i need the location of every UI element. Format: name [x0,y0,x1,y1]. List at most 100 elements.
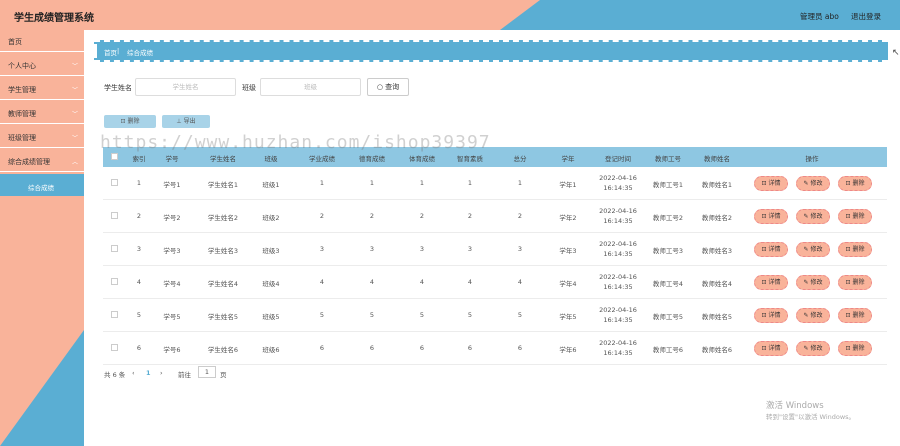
cell-reg-time: 2022-04-16 16:14:35 [599,239,637,259]
edit-label: 修改 [810,345,823,352]
edit-button[interactable]: ✎ 修改 [796,242,830,257]
cell-moral: 5 [369,311,375,319]
logout-link[interactable]: 退出登录 [851,11,881,22]
delete-label: 删除 [852,213,865,220]
edit-button[interactable]: ✎ 修改 [796,308,830,323]
cell-total: 3 [517,245,523,253]
delete-button[interactable]: ⊡ 删除 [838,209,872,224]
cell-sports: 6 [419,344,425,352]
cell-index: 1 [136,179,142,187]
sidebar-item-label: 综合成绩管理 [8,158,50,166]
pager-unit: 页 [220,371,227,379]
cell-student-name: 学生姓名4 [207,280,239,288]
mouse-cursor-icon: ↖ [892,48,900,58]
row-checkbox[interactable] [111,311,118,318]
cell-class: 班级3 [262,247,280,255]
delete-button[interactable]: ⊡ 删除 [838,341,872,356]
delete-button[interactable]: ⊡ 删除 [838,308,872,323]
col-total: 总分 [513,155,527,163]
delete-button[interactable]: ⊡ 删除 [838,275,872,290]
cell-student-name: 学生姓名5 [207,313,239,321]
windows-activation-title: 激活 Windows [766,401,824,411]
breadcrumb-current: 综合成绩 [127,49,153,57]
row-checkbox[interactable] [111,212,118,219]
table-row: 4 学号4 学生姓名4 班级4 4 4 4 4 4 学年4 2022-04-16 16:14:35 教师… [103,266,887,299]
edit-button[interactable]: ✎ 修改 [796,275,830,290]
search-button-label: 查询 [385,83,400,91]
row-checkbox[interactable] [111,344,118,351]
edit-label: 修改 [810,279,823,286]
pager-goto-input[interactable]: 1 [198,366,216,378]
cell-academic: 5 [319,311,325,319]
cell-year: 学年3 [559,247,577,255]
col-sports: 体育成绩 [409,155,435,163]
delete-button[interactable]: ⊡ 删除 [838,176,872,191]
cell-total: 1 [517,179,523,187]
student-name-input[interactable] [135,78,236,96]
search-button[interactable]: ○ 查询 [367,78,409,96]
edit-label: 修改 [810,213,823,220]
delete-label: 删除 [852,312,865,319]
cell-class: 班级6 [262,346,280,354]
class-label: 班级 [242,84,256,92]
detail-button[interactable]: ⊡ 详情 [754,275,788,290]
cell-student-name: 学生姓名1 [207,181,239,189]
detail-button[interactable]: ⊡ 详情 [754,308,788,323]
select-all-checkbox[interactable] [111,153,118,160]
app-header: 学生成绩管理系统 管理员 abo 退出登录 [0,0,900,30]
cell-reg-date: 2022-04-16 [599,207,637,215]
cell-academic: 2 [319,212,325,220]
pager-prev-icon[interactable]: ‹ [132,369,135,377]
cell-student-name: 学生姓名3 [207,247,239,255]
pager-goto-label: 前往 [178,371,191,379]
sidebar-item-teachers[interactable]: 教师管理 ﹀ [0,102,84,124]
pager-next-icon[interactable]: › [160,369,163,377]
header-blue-band [500,0,900,30]
edit-button[interactable]: ✎ 修改 [796,341,830,356]
cell-sports: 5 [419,311,425,319]
cell-reg-date: 2022-04-16 [599,174,637,182]
row-checkbox[interactable] [111,278,118,285]
delete-button[interactable]: ⊡ 删除 [838,242,872,257]
pager-page-1[interactable]: 1 [146,369,151,377]
class-input[interactable] [260,78,361,96]
row-checkbox[interactable] [111,179,118,186]
sidebar-item-profile[interactable]: 个人中心 ﹀ [0,54,84,76]
cell-class: 班级1 [262,181,280,189]
table-row: 3 学号3 学生姓名3 班级3 3 3 3 3 3 学年3 2022-04-16 16:14:35 教师… [103,233,887,266]
current-user: 管理员 abo [800,12,839,21]
cell-teacher-no: 教师工号6 [652,346,684,354]
cell-teacher-no: 教师工号5 [652,313,684,321]
breadcrumb-home[interactable]: 首页 [104,47,117,57]
delete-label: 删除 [852,180,865,187]
cell-teacher-no: 教师工号4 [652,280,684,288]
col-actions: 操作 [805,155,819,163]
trash-icon: ⊡ [845,213,851,220]
sidebar-item-students[interactable]: 学生管理 ﹀ [0,78,84,100]
cell-reg-clock: 16:14:35 [603,349,633,357]
detail-button[interactable]: ⊡ 详情 [754,176,788,191]
edit-button[interactable]: ✎ 修改 [796,209,830,224]
cell-index: 2 [136,212,142,220]
edit-icon: ✎ [803,345,809,352]
row-checkbox[interactable] [111,245,118,252]
detail-button[interactable]: ⊡ 详情 [754,341,788,356]
cell-teacher-name: 教师姓名4 [701,280,733,288]
col-teacher-no: 教师工号 [655,155,681,163]
sidebar-item-grades[interactable]: 综合成绩管理 ︿ [0,150,84,172]
batch-delete-button[interactable]: ⊡ 删除 [104,115,156,128]
sidebar-item-classes[interactable]: 班级管理 ﹀ [0,126,84,148]
sidebar-subitem-overall-grades[interactable]: 综合成绩 [0,174,84,196]
detail-button[interactable]: ⊡ 详情 [754,242,788,257]
detail-button[interactable]: ⊡ 详情 [754,209,788,224]
export-label: 导出 [183,118,196,125]
detail-icon: ⊡ [761,246,767,253]
edit-icon: ✎ [803,213,809,220]
breadcrumb: 首页 | 综合成绩 [94,40,888,62]
edit-icon: ✎ [803,180,809,187]
detail-icon: ⊡ [761,279,767,286]
sidebar-item-home[interactable]: 首页 [0,30,84,52]
cell-student-no: 学号4 [163,280,181,288]
edit-button[interactable]: ✎ 修改 [796,176,830,191]
export-button[interactable]: ⊥ 导出 [162,115,210,128]
